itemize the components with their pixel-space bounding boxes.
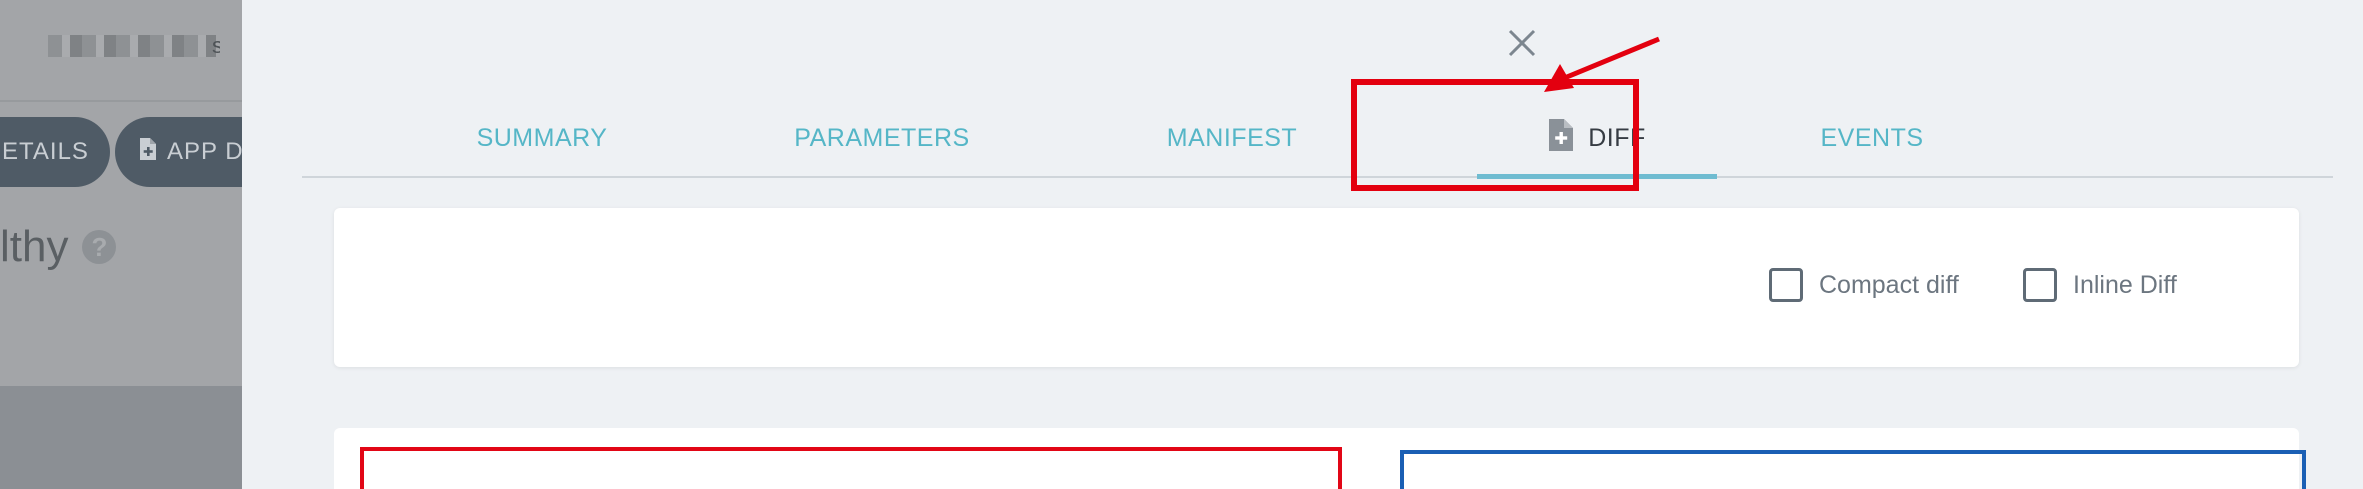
tab-diff-label: DIFF: [1588, 123, 1646, 152]
tab-summary[interactable]: SUMMARY: [457, 100, 627, 176]
compact-diff-checkbox[interactable]: Compact diff: [1769, 268, 1959, 302]
close-icon: [1508, 29, 1536, 57]
checkbox-box[interactable]: [1769, 268, 1803, 302]
tab-manifest[interactable]: MANIFEST: [1132, 100, 1332, 176]
diff-viewer-card: [334, 428, 2306, 489]
checkbox-box[interactable]: [2023, 268, 2057, 302]
health-status-text: lthy: [0, 222, 69, 271]
tab-events-label: EVENTS: [1820, 123, 1924, 152]
app-title-fragment: s: [212, 33, 220, 58]
tab-parameters[interactable]: PARAMETERS: [772, 100, 992, 176]
panel-tabs: SUMMARY PARAMETERS MANIFEST DIFF EVENTS: [302, 100, 2333, 179]
health-status: lthy ?: [0, 222, 117, 272]
app-diff-label: APP D: [167, 138, 242, 165]
app-details-button[interactable]: ETAILS: [0, 117, 110, 187]
active-tab-indicator: [1477, 174, 1717, 179]
file-diff-icon: [139, 137, 157, 168]
app-details-label: ETAILS: [2, 138, 89, 165]
diff-right-pane: [1400, 450, 2306, 489]
header-divider: [0, 100, 242, 102]
inline-diff-label: Inline Diff: [2073, 270, 2177, 299]
compact-diff-label: Compact diff: [1819, 270, 1959, 299]
help-icon[interactable]: ?: [82, 230, 117, 264]
tab-summary-label: SUMMARY: [476, 123, 608, 152]
diff-options-card: Compact diff Inline Diff: [334, 208, 2299, 367]
file-diff-icon: [1548, 118, 1574, 159]
tab-parameters-label: PARAMETERS: [794, 123, 970, 152]
tab-events[interactable]: EVENTS: [1782, 100, 1962, 176]
diff-left-pane: [360, 447, 1342, 489]
background-app-lower: [0, 386, 242, 489]
redacted-app-name: [48, 35, 216, 57]
inline-diff-checkbox[interactable]: Inline Diff: [2023, 268, 2177, 302]
app-details-panel: SUMMARY PARAMETERS MANIFEST DIFF EVENTS: [242, 0, 2363, 489]
tab-diff[interactable]: DIFF: [1477, 100, 1717, 179]
tab-manifest-label: MANIFEST: [1166, 123, 1298, 152]
close-panel-button[interactable]: [1505, 26, 1539, 60]
app-diff-button[interactable]: APP D: [115, 117, 242, 187]
annotation-arrow-icon: [1544, 36, 1660, 92]
app-title: s: [48, 32, 220, 58]
background-app-page: s ETAILS APP D lthy ?: [0, 0, 242, 386]
